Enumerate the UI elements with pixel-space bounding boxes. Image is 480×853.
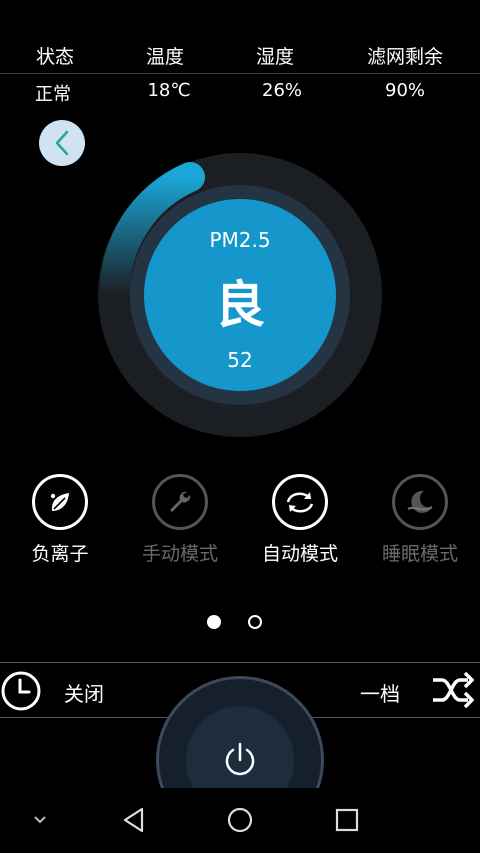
filter-remaining-label: 滤网剩余 xyxy=(366,46,444,68)
moon-icon xyxy=(392,474,448,530)
temperature-label: 温度 xyxy=(145,46,185,68)
home-circle-icon[interactable] xyxy=(226,805,254,835)
mode-label: 睡眠模式 xyxy=(381,543,458,565)
leaf-icon xyxy=(32,474,88,530)
chevron-left-icon xyxy=(55,130,69,156)
recents-square-icon[interactable] xyxy=(333,805,361,835)
shuffle-icon[interactable] xyxy=(430,670,474,710)
air-quality-level: 良 xyxy=(215,276,265,334)
chevron-down-icon[interactable] xyxy=(32,814,48,826)
page-indicator-1[interactable] xyxy=(207,615,221,629)
mode-sleep[interactable]: 睡眠模式 xyxy=(365,474,475,566)
temperature-value: 18℃ xyxy=(147,80,191,101)
mode-manual[interactable]: 手动模式 xyxy=(125,474,235,566)
auto-cycle-icon xyxy=(272,474,328,530)
mode-label: 手动模式 xyxy=(141,543,218,565)
humidity-value: 26% xyxy=(261,80,303,101)
status-value: 正常 xyxy=(35,84,71,105)
pm25-value: 52 xyxy=(227,348,253,372)
control-bar-top-divider xyxy=(0,662,480,663)
mode-label: 自动模式 xyxy=(261,543,338,565)
fan-speed-label[interactable]: 一档 xyxy=(360,678,400,707)
power-icon xyxy=(225,742,255,776)
humidity-label: 湿度 xyxy=(255,46,295,68)
filter-remaining-value: 90% xyxy=(384,80,426,101)
back-button[interactable] xyxy=(39,120,85,166)
mode-auto[interactable]: 自动模式 xyxy=(245,474,355,566)
timer-status[interactable]: 关闭 xyxy=(64,678,104,707)
header-divider xyxy=(0,73,480,74)
wrench-icon xyxy=(152,474,208,530)
clock-icon[interactable] xyxy=(0,670,42,712)
mode-anion[interactable]: 负离子 xyxy=(5,474,115,566)
back-triangle-icon[interactable] xyxy=(120,805,148,835)
pm25-label: PM2.5 xyxy=(209,228,271,252)
status-label: 状态 xyxy=(35,46,75,68)
mode-label: 负离子 xyxy=(31,543,89,565)
page-indicator-2[interactable] xyxy=(248,615,262,629)
